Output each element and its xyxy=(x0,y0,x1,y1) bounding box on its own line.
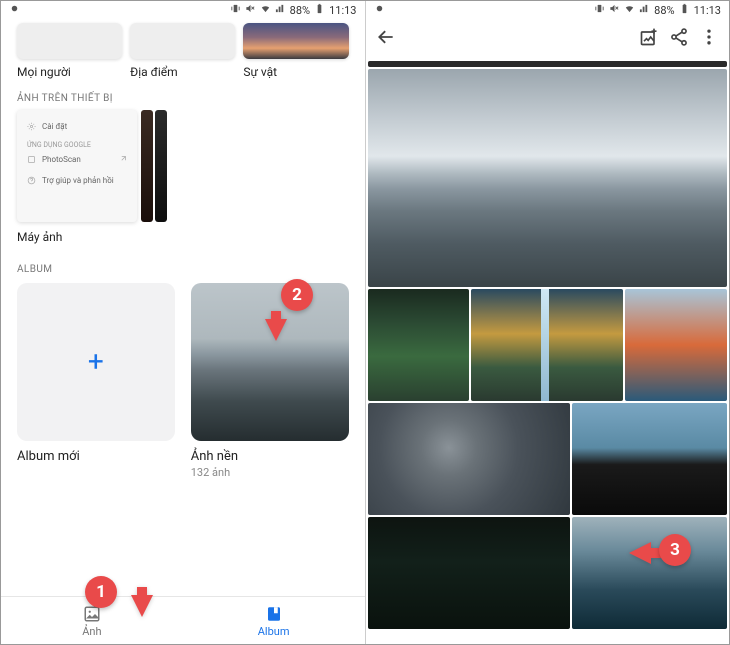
status-bar: 88% 11:13 xyxy=(1,1,365,19)
albums-row: + Album mới Ảnh nền 132 ảnh xyxy=(1,281,365,479)
marker-2: 2 xyxy=(281,279,313,311)
things-label: Sự vật xyxy=(243,65,348,79)
overlay-menu: Cài đặt ỨNG DỤNG GOOGLE PhotoScan Trợ gi… xyxy=(17,110,137,222)
people-label: Mọi người xyxy=(17,65,122,79)
gallery-photo-darkforest[interactable] xyxy=(368,517,570,629)
new-album-label: Album mới xyxy=(17,449,175,464)
menu-help-label: Trợ giúp và phản hồi xyxy=(42,176,114,185)
notification-dot-icon xyxy=(9,3,20,17)
wallpaper-album-thumb[interactable] xyxy=(191,283,349,441)
nav-album-label: Album xyxy=(258,625,290,638)
nav-album[interactable]: Album xyxy=(183,597,365,644)
gallery-photo-river[interactable] xyxy=(471,289,623,401)
gallery-photo-sea[interactable] xyxy=(572,517,727,629)
category-things[interactable]: Sự vật xyxy=(243,23,348,79)
menu-photoscan-label: PhotoScan xyxy=(42,155,81,164)
album-section-header: ALBUM xyxy=(1,250,365,281)
notification-dot-icon xyxy=(374,3,385,17)
vibrate-icon xyxy=(230,3,241,17)
signal-icon xyxy=(275,3,286,17)
mute-icon xyxy=(609,3,620,17)
categories-row: Mọi người Địa điểm Sự vật xyxy=(1,23,365,79)
battery-percent: 88% xyxy=(654,4,674,17)
marker-3: 3 xyxy=(659,534,691,566)
battery-icon xyxy=(314,3,325,17)
status-bar-right: 88% 11:13 xyxy=(366,1,730,19)
wallpaper-album-title: Ảnh nền xyxy=(191,449,349,464)
right-screen: 88% 11:13 xyxy=(366,1,730,644)
people-thumb xyxy=(17,23,122,59)
wifi-icon xyxy=(260,3,271,17)
status-time: 11:13 xyxy=(329,4,356,17)
new-album-card[interactable]: + Album mới xyxy=(17,283,175,479)
gallery-photo-coast[interactable] xyxy=(572,403,727,515)
wallpaper-album-card[interactable]: Ảnh nền 132 ảnh xyxy=(191,283,349,479)
camera-preview-strips xyxy=(141,110,167,222)
mute-icon xyxy=(245,3,256,17)
bottom-nav: Ảnh Album xyxy=(1,596,365,644)
gallery-photo-mountain[interactable] xyxy=(368,69,728,287)
signal-icon xyxy=(639,3,650,17)
nav-photos-label: Ảnh xyxy=(82,625,101,638)
gallery-photo-top[interactable] xyxy=(368,61,728,67)
camera-folder-label: Máy ảnh xyxy=(1,222,365,250)
arrow-2 xyxy=(265,319,287,341)
gallery-photo-bridge[interactable] xyxy=(625,289,727,401)
category-people[interactable]: Mọi người xyxy=(17,23,122,79)
device-section-header: ẢNH TRÊN THIẾT BỊ xyxy=(1,79,365,110)
status-time: 11:13 xyxy=(694,4,721,17)
plus-icon: + xyxy=(88,345,104,378)
battery-icon xyxy=(679,3,690,17)
menu-settings-label: Cài đặt xyxy=(42,122,67,131)
menu-settings[interactable]: Cài đặt xyxy=(17,116,137,137)
arrow-1 xyxy=(131,595,153,617)
places-thumb xyxy=(130,23,235,59)
new-album-box[interactable]: + xyxy=(17,283,175,441)
menu-help[interactable]: Trợ giúp và phản hồi xyxy=(17,170,137,191)
left-screen: 88% 11:13 Mọi người Địa điểm Sự vật ẢNH … xyxy=(1,1,366,644)
menu-google-apps-header: ỨNG DỤNG GOOGLE xyxy=(17,137,137,149)
vibrate-icon xyxy=(594,3,605,17)
places-label: Địa điểm xyxy=(130,65,235,79)
menu-photoscan[interactable]: PhotoScan xyxy=(17,149,137,170)
marker-1: 1 xyxy=(85,576,117,608)
share-button[interactable] xyxy=(669,27,689,51)
album-topbar xyxy=(366,19,730,59)
category-places[interactable]: Địa điểm xyxy=(130,23,235,79)
wallpaper-album-count: 132 ảnh xyxy=(191,466,349,479)
gallery-photo-forest1[interactable] xyxy=(368,289,470,401)
things-thumb xyxy=(243,23,348,59)
gallery-photo-pebbles[interactable] xyxy=(368,403,570,515)
more-button[interactable] xyxy=(699,27,719,51)
back-button[interactable] xyxy=(376,27,396,51)
battery-percent: 88% xyxy=(290,4,310,17)
device-photos-card[interactable]: Cài đặt ỨNG DỤNG GOOGLE PhotoScan Trợ gi… xyxy=(17,110,349,222)
add-photo-button[interactable] xyxy=(639,27,659,51)
arrow-3 xyxy=(629,542,651,564)
wifi-icon xyxy=(624,3,635,17)
